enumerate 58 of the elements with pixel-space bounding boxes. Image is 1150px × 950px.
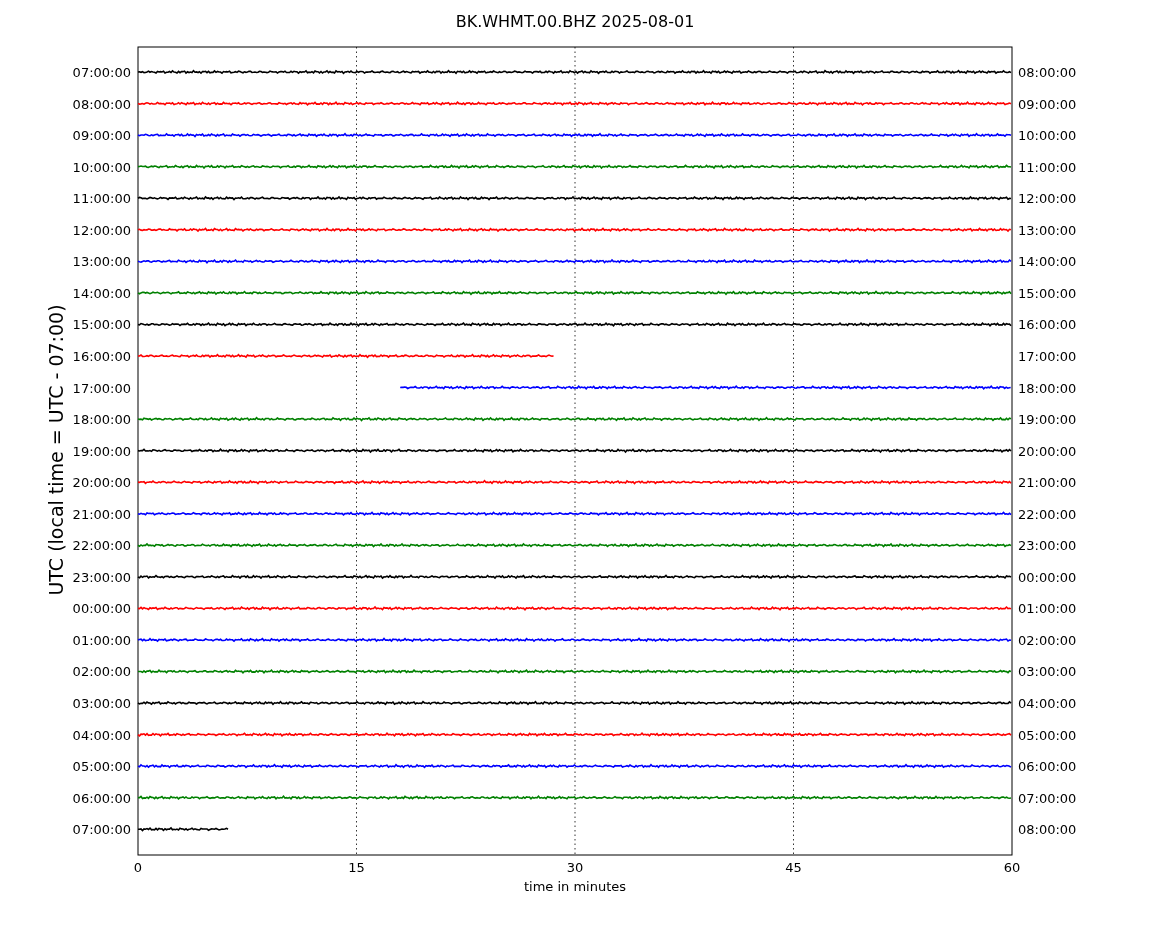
tick-label: 45 (785, 860, 802, 875)
tick-label: 00:00:00 (72, 601, 131, 617)
tick-label: 05:00:00 (1018, 727, 1077, 743)
tick-label: 07:00:00 (72, 65, 131, 80)
tick-label: 15 (348, 860, 365, 875)
tick-label: 12:00:00 (1018, 191, 1077, 207)
tick-label: 20:00:00 (1018, 443, 1077, 459)
axis-label: UTC (local time = UTC - 07:00) (45, 304, 67, 596)
tick-label: 0 (133, 860, 143, 875)
tick-label: 14:00:00 (72, 285, 131, 301)
tick-label: 23:00:00 (72, 569, 131, 585)
tick-label: 11:00:00 (1018, 159, 1077, 175)
tick-label: 04:00:00 (72, 727, 131, 743)
tick-label: 01:00:00 (72, 632, 131, 648)
tick-label: 13:00:00 (72, 254, 131, 270)
tick-label: 20:00:00 (72, 475, 131, 491)
axis-label: time in minutes (523, 879, 627, 894)
tick-label: 19:00:00 (72, 443, 131, 459)
tick-label: 30 (566, 860, 584, 875)
tick-label: 18:00:00 (1018, 380, 1077, 396)
tick-label: 00:00:00 (1018, 569, 1077, 585)
tick-label: 01:00:00 (1018, 601, 1077, 617)
tick-label: 06:00:00 (1018, 759, 1077, 775)
tick-label: 60 (1003, 860, 1021, 875)
tick-label: 16:00:00 (1018, 317, 1077, 333)
tick-label: 03:00:00 (1018, 664, 1077, 680)
tick-label: 05:00:00 (72, 759, 131, 775)
tick-label: 09:00:00 (72, 128, 131, 144)
tick-label: 21:00:00 (72, 506, 131, 522)
tick-label: 10:00:00 (72, 159, 131, 175)
tick-label: 17:00:00 (72, 380, 131, 396)
tick-label: 13:00:00 (1018, 222, 1077, 238)
tick-label: 04:00:00 (1018, 696, 1077, 711)
tick-label: 22:00:00 (1018, 506, 1077, 522)
tick-label: 06:00:00 (72, 790, 131, 806)
tick-label: 02:00:00 (72, 664, 131, 680)
tick-label: 12:00:00 (72, 222, 131, 238)
tick-label: 10:00:00 (1018, 128, 1077, 144)
tick-label: 22:00:00 (72, 538, 131, 554)
tick-label: 08:00:00 (72, 96, 131, 112)
tick-label: 18:00:00 (72, 412, 131, 428)
tick-label: 08:00:00 (1018, 65, 1077, 80)
tick-label: 19:00:00 (1018, 412, 1077, 428)
tick-label: 16:00:00 (72, 348, 131, 364)
tick-label: 11:00:00 (72, 191, 131, 207)
tick-label: 07:00:00 (72, 822, 131, 838)
tick-label: 09:00:00 (1018, 96, 1077, 112)
tick-label: 21:00:00 (1018, 475, 1077, 491)
tick-label: 08:00:00 (1018, 822, 1077, 838)
tick-label: 17:00:00 (1018, 348, 1077, 364)
tick-label: 07:00:00 (1018, 790, 1077, 806)
tick-label: 14:00:00 (1018, 254, 1077, 270)
tick-label: 15:00:00 (72, 317, 131, 333)
tick-label: 15:00:00 (1018, 285, 1077, 301)
tick-label: 23:00:00 (1018, 538, 1077, 554)
tick-label: 03:00:00 (72, 696, 131, 711)
plot-title: BK.WHMT.00.BHZ 2025-08-01 (455, 12, 695, 31)
tick-label: 02:00:00 (1018, 632, 1077, 648)
